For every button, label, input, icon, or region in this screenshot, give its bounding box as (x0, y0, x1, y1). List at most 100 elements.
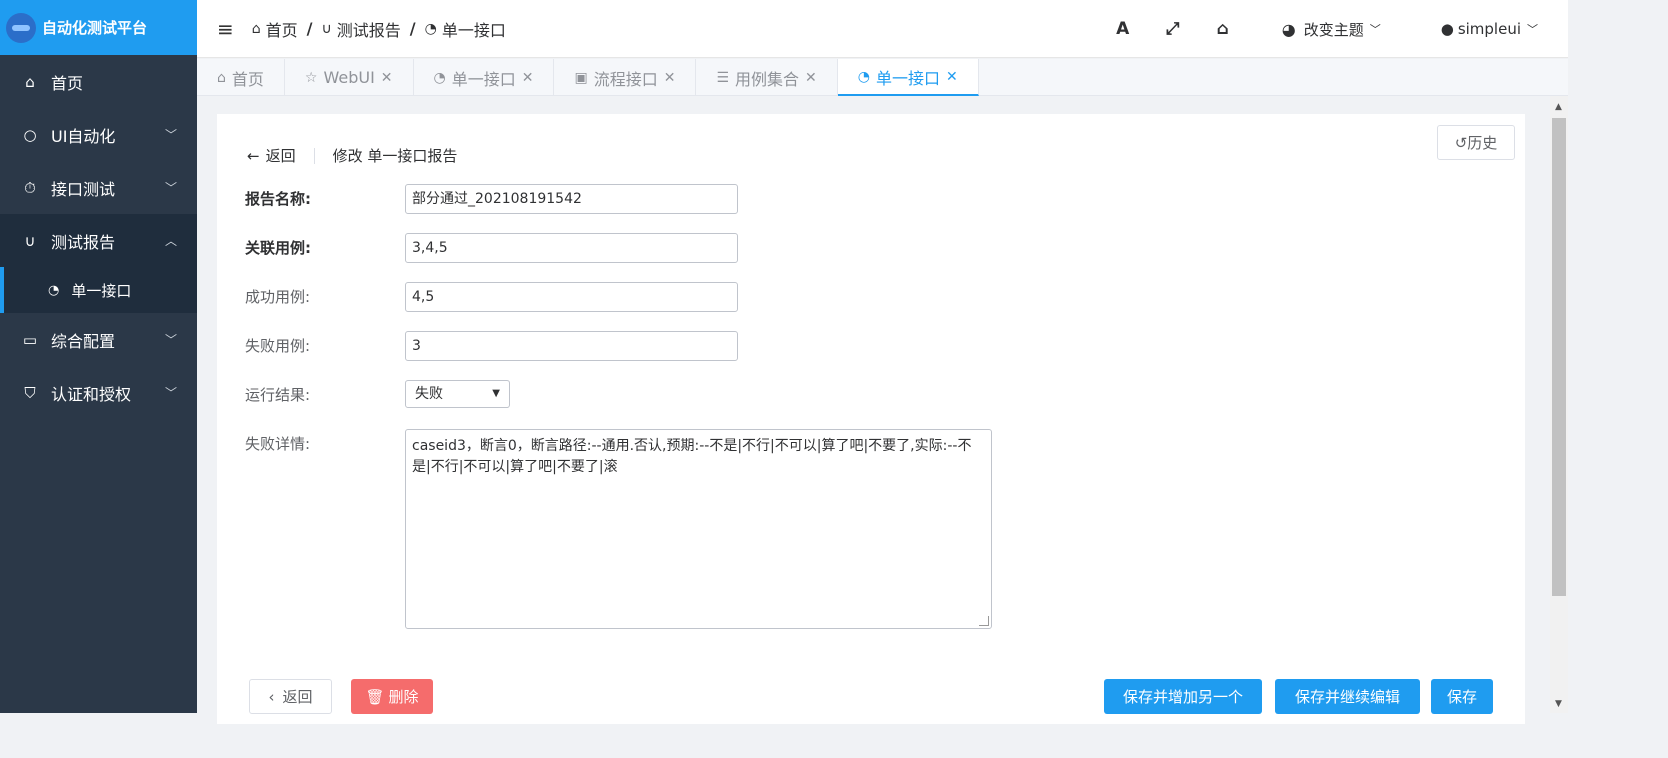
field-row-report-name: 报告名称: 部分通过_202108191542 (245, 184, 738, 214)
shield-icon: ⛉ (24, 383, 36, 402)
trash-icon: 🗑 (365, 687, 385, 706)
history-icon: ↺ (1454, 133, 1468, 152)
tab-case-set[interactable]: ☰ 用例集合 ✕ (696, 59, 838, 96)
back-link[interactable]: ← 返回 (247, 145, 296, 166)
sidebar-item-label: 认证和授权 (51, 384, 132, 404)
resize-handle[interactable] (979, 616, 989, 626)
sidebar-item-auth[interactable]: ⛉ 认证和授权 ﹀ (0, 366, 197, 419)
home-icon[interactable]: ⌂ (1198, 19, 1248, 39)
sidebar-item-api-test[interactable]: ⏱ 接口测试 ﹀ (0, 161, 197, 214)
close-icon[interactable]: ✕ (664, 70, 676, 86)
scroll-up-icon[interactable]: ▲ (1555, 102, 1562, 112)
star-icon: ☆ (304, 69, 318, 86)
chevron-down-icon: ﹀ (164, 333, 177, 347)
related-cases-input[interactable]: 3,4,5 (405, 233, 738, 263)
delete-button-label: 删除 (388, 688, 419, 706)
logo-icon (6, 12, 36, 43)
user-dropdown[interactable]: ● simpleui ﹀ (1441, 20, 1538, 38)
theme-dropdown[interactable]: ◕ 改变主题 ﹀ (1282, 19, 1381, 40)
close-icon[interactable]: ✕ (522, 70, 534, 86)
breadcrumb-item[interactable]: 首页 (266, 17, 298, 41)
history-button[interactable]: ↺ 历史 (1437, 125, 1515, 160)
tab-label: 用例集合 (735, 69, 800, 89)
fail-detail-textarea[interactable]: caseid3，断言0，断言路径:--通用.否认,预期:--不是|不行|不可以|… (405, 429, 992, 629)
tab-label: WebUI (323, 68, 375, 87)
sidebar-item-test-report[interactable]: ∪ 测试报告 ︿ (0, 214, 197, 267)
sidebar-item-label: 测试报告 (51, 232, 116, 252)
save-and-add-button[interactable]: 保存并增加另一个 (1104, 679, 1262, 714)
breadcrumb-item[interactable]: 测试报告 (337, 17, 401, 41)
sidebar-item-label: 综合配置 (51, 331, 116, 351)
sidebar-item-home[interactable]: ⌂ 首页 (0, 55, 197, 108)
tab-label: 流程接口 (593, 69, 658, 89)
back-link-label: 返回 (265, 147, 296, 165)
menu-toggle-icon[interactable]: ≡ (217, 17, 234, 41)
close-icon[interactable]: ✕ (805, 70, 817, 86)
arrow-left-icon: ← (247, 146, 260, 165)
chevron-left-icon: ‹ (268, 687, 275, 706)
success-cases-input[interactable]: 4,5 (405, 282, 738, 312)
sidebar: 自动化测试平台 ⌂ 首页 ○ UI自动化 ﹀ ⏱ 接口测试 ﹀ ∪ 测试报告 ︿… (0, 0, 197, 713)
gauge-icon: ◔ (424, 20, 437, 37)
field-row-related-cases: 关联用例: 3,4,5 (245, 233, 738, 263)
monitor-icon: ▭ (22, 330, 38, 349)
field-row-failed-cases: 失败用例: 3 (245, 331, 738, 361)
magnet-icon: ∪ (24, 231, 36, 250)
field-row-run-result: 运行结果: 失败 ▼ (245, 380, 510, 410)
report-name-input[interactable]: 部分通过_202108191542 (405, 184, 738, 214)
page-title: 修改 单一接口报告 (332, 147, 458, 165)
tab-flow-api[interactable]: ▣ 流程接口 ✕ (554, 59, 697, 96)
field-label: 报告名称: (245, 190, 311, 208)
sidebar-subitem-single-api[interactable]: ◔ 单一接口 (0, 267, 197, 313)
sidebar-item-config[interactable]: ▭ 综合配置 ﹀ (0, 313, 197, 366)
font-size-icon[interactable]: A (1098, 19, 1148, 39)
breadcrumb: ⌂ 首页 / ∪ 测试报告 / ◔ 单一接口 (252, 17, 506, 41)
tab-single-api[interactable]: ◔ 单一接口 ✕ (414, 59, 555, 96)
theme-label: 改变主题 (1303, 20, 1364, 39)
field-label: 运行结果: (245, 386, 311, 404)
tab-webui[interactable]: ☆ WebUI ✕ (285, 59, 414, 96)
save-and-continue-button[interactable]: 保存并继续编辑 (1275, 679, 1420, 714)
close-icon[interactable]: ✕ (381, 70, 393, 86)
user-name: simpleui (1457, 20, 1521, 38)
fullscreen-icon[interactable]: ⤢ (1148, 19, 1198, 39)
sidebar-item-label: UI自动化 (51, 126, 116, 146)
failed-cases-input[interactable]: 3 (405, 331, 738, 361)
sidebar-item-label: 单一接口 (71, 281, 132, 300)
user-icon: ● (1440, 20, 1454, 38)
run-result-select[interactable]: 失败 ▼ (405, 380, 510, 408)
logo[interactable]: 自动化测试平台 (0, 0, 197, 55)
scrollbar-thumb[interactable] (1552, 118, 1566, 596)
history-label: 历史 (1467, 134, 1498, 152)
tab-label: 单一接口 (451, 69, 516, 89)
circle-icon: ○ (23, 125, 37, 144)
chevron-down-icon: ﹀ (164, 181, 177, 195)
chevron-down-icon: ﹀ (164, 386, 177, 400)
save-button[interactable]: 保存 (1431, 679, 1493, 714)
delete-button[interactable]: 🗑 删除 (351, 679, 433, 714)
back-button[interactable]: ‹ 返回 (249, 679, 332, 714)
chevron-down-icon: ﹀ (164, 128, 177, 142)
header-actions: A ⤢ ⌂ ◕ 改变主题 ﹀ ● simpleui ﹀ (1098, 0, 1568, 58)
palette-icon: ◕ (1281, 19, 1296, 39)
home-icon: ⌂ (25, 72, 35, 91)
field-label: 成功用例: (245, 288, 311, 306)
gauge-icon: ◔ (433, 69, 446, 86)
field-label: 失败详情: (245, 435, 311, 453)
gauge-icon: ◔ (48, 282, 60, 298)
back-button-label: 返回 (282, 688, 313, 706)
gauge-icon: ◔ (857, 68, 870, 85)
field-label: 失败用例: (245, 337, 311, 355)
stopwatch-icon: ⏱ (24, 178, 36, 197)
chevron-down-icon: ▼ (492, 388, 500, 399)
close-icon[interactable]: ✕ (946, 69, 958, 85)
tab-label: 单一接口 (876, 68, 941, 88)
scroll-down-icon[interactable]: ▼ (1555, 699, 1562, 709)
field-row-fail-detail: 失败详情: caseid3，断言0，断言路径:--通用.否认,预期:--不是|不… (245, 429, 992, 629)
tab-home[interactable]: ⌂ 首页 (197, 59, 285, 96)
scrollbar[interactable]: ▲ ▼ (1550, 96, 1568, 713)
tab-single-api-active[interactable]: ◔ 单一接口 ✕ (837, 59, 979, 96)
sidebar-item-ui-automation[interactable]: ○ UI自动化 ﹀ (0, 108, 197, 161)
field-row-success-cases: 成功用例: 4,5 (245, 282, 738, 312)
logo-text: 自动化测试平台 (42, 19, 148, 37)
